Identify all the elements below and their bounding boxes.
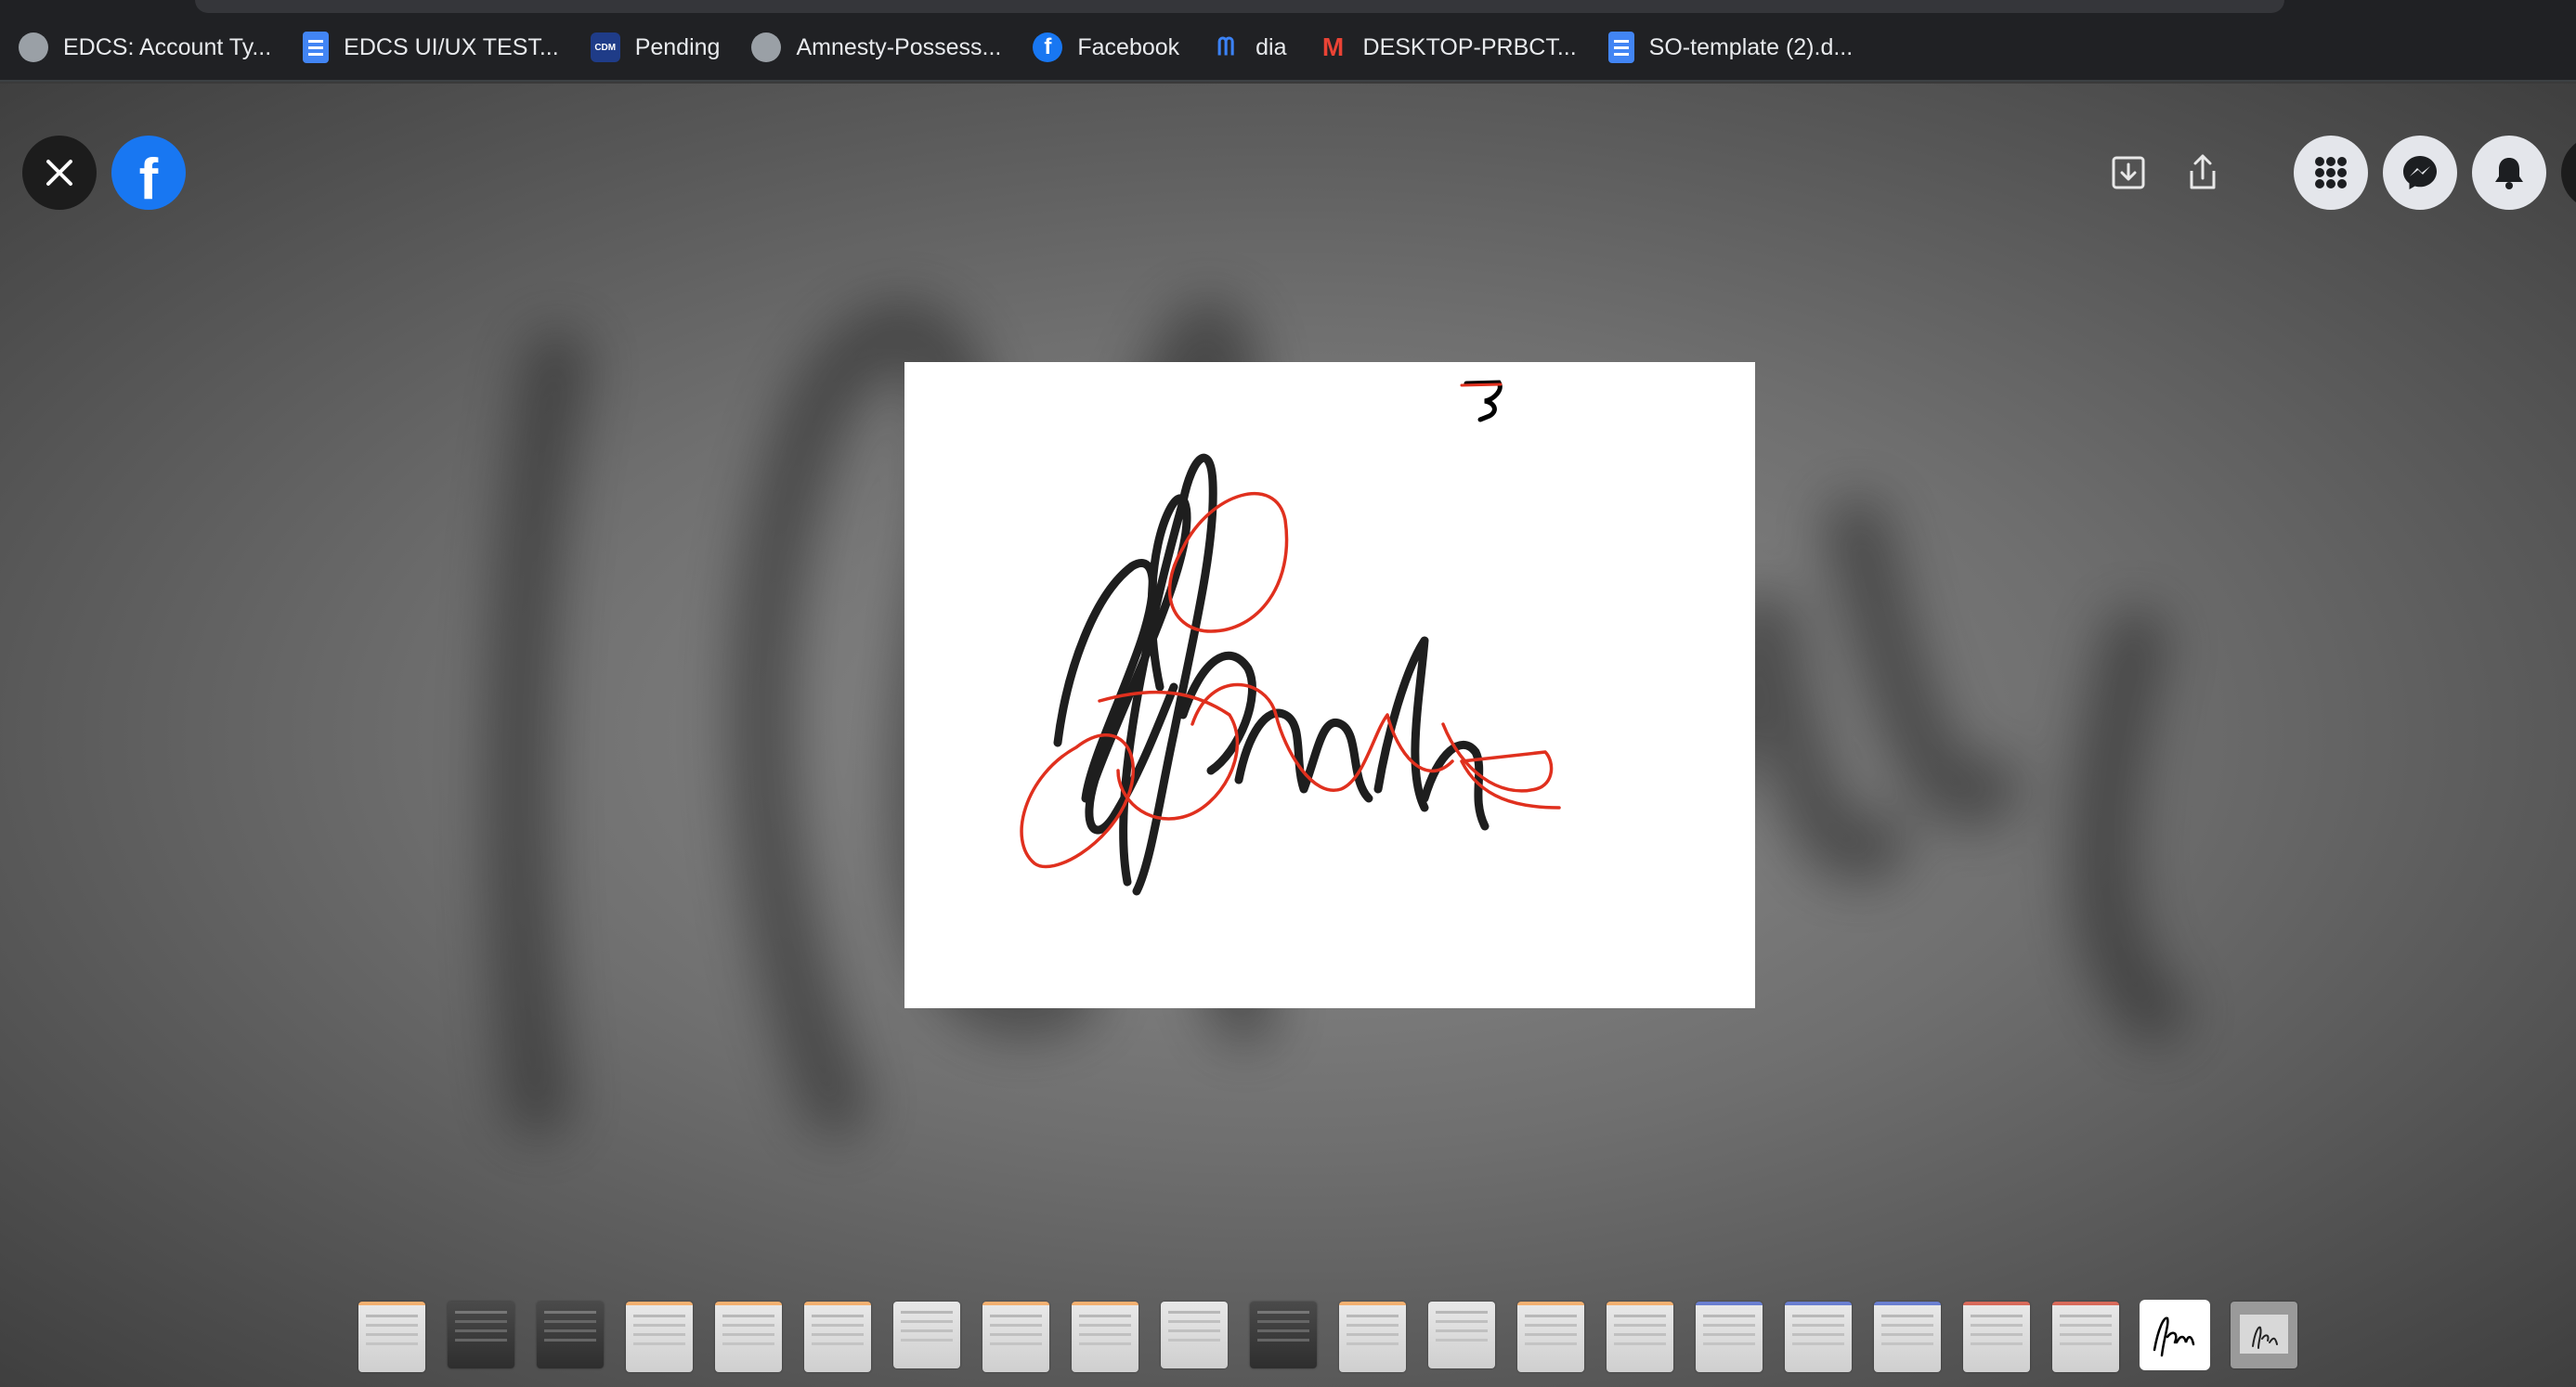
share-icon <box>2190 154 2216 189</box>
globe-icon <box>751 32 782 62</box>
cdm-icon: CDM <box>590 32 620 62</box>
bookmark-label: Pending <box>634 33 721 60</box>
bookmark-edcs-uiux[interactable]: EDCS UI/UX TEST... <box>303 21 559 73</box>
messenger-button[interactable] <box>2383 136 2457 210</box>
photo-viewer: f <box>0 84 2576 1387</box>
thumbnail[interactable] <box>1785 1302 1852 1372</box>
thumbnail[interactable] <box>1250 1302 1317 1368</box>
thumbnail[interactable] <box>804 1302 871 1372</box>
dia-icon: ᗰ <box>1216 32 1235 60</box>
thumbnail[interactable] <box>1607 1302 1673 1372</box>
bookmark-facebook[interactable]: f Facebook <box>1033 21 1179 73</box>
share-button[interactable] <box>2175 145 2231 201</box>
bookmark-so-template[interactable]: SO-template (2).d... <box>1607 21 1854 73</box>
facebook-icon: f <box>138 147 159 212</box>
menu-button[interactable] <box>2294 136 2368 210</box>
bookmark-label: SO-template (2).d... <box>1648 33 1854 60</box>
close-button[interactable] <box>22 136 97 210</box>
thumbnail[interactable] <box>1963 1302 2030 1372</box>
signature-image <box>1020 380 1561 896</box>
download-icon <box>2112 156 2145 189</box>
bookmark-label: DESKTOP-PRBCT... <box>1362 33 1577 60</box>
signature-thumbnail <box>2240 1315 2288 1354</box>
bookmark-desktop[interactable]: M DESKTOP-PRBCT... <box>1319 21 1577 73</box>
thumbnail[interactable] <box>1161 1302 1228 1368</box>
thumbnail-strip <box>358 1302 2320 1372</box>
signature-thumbnail <box>2153 1316 2195 1357</box>
bookmark-dia[interactable]: ᗰ dia <box>1211 21 1287 73</box>
bookmark-label: Facebook <box>1077 33 1180 60</box>
globe-icon <box>19 32 48 62</box>
bookmark-amnesty[interactable]: Amnesty-Possess... <box>751 21 1001 73</box>
thumbnail-active[interactable] <box>2141 1302 2208 1368</box>
close-icon <box>46 160 72 186</box>
bookmark-edcs-account[interactable]: EDCS: Account Ty... <box>19 21 271 73</box>
notifications-icon <box>2495 158 2523 189</box>
thumbnail[interactable] <box>982 1302 1049 1372</box>
messenger-icon <box>2403 156 2437 189</box>
thumbnail[interactable] <box>2052 1302 2119 1372</box>
thumbnail[interactable] <box>358 1302 425 1372</box>
gmail-icon: M <box>1321 32 1345 61</box>
bookmark-label: EDCS: Account Ty... <box>63 33 272 60</box>
facebook-icon: f <box>1033 32 1063 62</box>
facebook-logo[interactable]: f <box>111 136 186 212</box>
thumbnail[interactable] <box>448 1302 514 1368</box>
menu-grid-icon <box>2315 157 2347 188</box>
google-docs-icon <box>1607 32 1634 63</box>
google-docs-icon <box>303 32 330 63</box>
bookmarks-bar: EDCS: Account Ty... EDCS UI/UX TEST... C… <box>0 15 2576 82</box>
download-button[interactable] <box>2101 145 2156 201</box>
bookmark-label: Amnesty-Possess... <box>796 33 1002 60</box>
thumbnail[interactable] <box>626 1302 693 1372</box>
bookmark-label: dia <box>1255 33 1287 60</box>
thumbnail[interactable] <box>1696 1302 1763 1372</box>
address-bar-remnant[interactable] <box>195 0 2284 13</box>
thumbnail[interactable] <box>2231 1302 2297 1368</box>
notifications-button[interactable] <box>2472 136 2546 210</box>
tab-strip <box>0 0 2576 15</box>
thumbnail[interactable] <box>1517 1302 1584 1372</box>
photo <box>904 362 1755 1008</box>
thumbnail[interactable] <box>1874 1302 1941 1372</box>
thumbnail[interactable] <box>893 1302 960 1368</box>
thumbnail[interactable] <box>1428 1302 1495 1368</box>
thumbnail[interactable] <box>1339 1302 1406 1372</box>
bookmark-label: EDCS UI/UX TEST... <box>344 33 559 60</box>
thumbnail[interactable] <box>1072 1302 1138 1372</box>
bookmark-pending[interactable]: CDM Pending <box>590 21 721 73</box>
thumbnail[interactable] <box>537 1302 604 1368</box>
thumbnail[interactable] <box>715 1302 782 1372</box>
